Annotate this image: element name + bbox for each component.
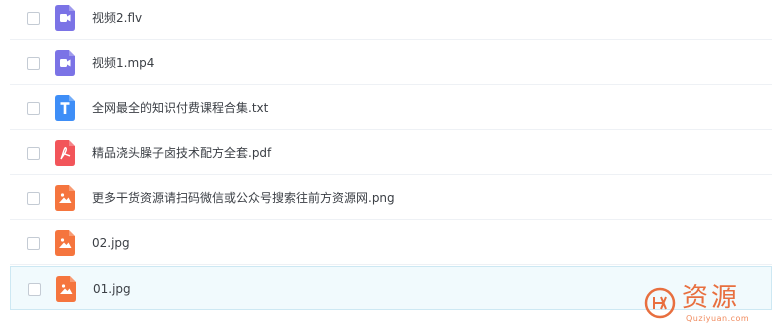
file-row[interactable]: 视频2.flv — [10, 0, 772, 40]
image-icon-graphic — [56, 276, 76, 302]
file-name[interactable]: 视频2.flv — [92, 11, 142, 25]
watermark-logo: 资源 Quziyuan.com — [644, 283, 766, 327]
file-name[interactable]: 01.jpg — [93, 282, 131, 296]
row-checkbox[interactable] — [27, 101, 40, 115]
video-icon-graphic — [55, 50, 75, 76]
row-checkbox[interactable] — [27, 236, 40, 250]
file-name[interactable]: 全网最全的知识付费课程合集.txt — [92, 101, 268, 115]
file-name[interactable]: 视频1.mp4 — [92, 56, 154, 70]
logo-icon — [644, 287, 676, 319]
row-checkbox[interactable] — [27, 191, 40, 205]
video-icon — [55, 5, 75, 31]
pdf-icon-graphic — [55, 140, 75, 166]
file-row[interactable]: 更多干货资源请扫码微信或公众号搜索往前方资源网.png — [10, 176, 772, 220]
row-checkbox[interactable] — [27, 56, 40, 70]
file-row[interactable]: 全网最全的知识付费课程合集.txt — [10, 86, 772, 130]
file-name[interactable]: 02.jpg — [92, 236, 130, 250]
image-icon-graphic — [55, 230, 75, 256]
image-icon-graphic — [55, 185, 75, 211]
file-name[interactable]: 更多干货资源请扫码微信或公众号搜索往前方资源网.png — [92, 191, 395, 205]
pdf-icon — [55, 140, 75, 166]
text-file-icon-graphic — [55, 95, 75, 121]
image-icon — [55, 230, 75, 256]
image-icon — [55, 185, 75, 211]
watermark-title: 资源 — [682, 283, 741, 313]
row-checkbox[interactable] — [27, 146, 40, 160]
video-icon-graphic — [55, 5, 75, 31]
watermark-subtitle: Quziyuan.com — [686, 314, 750, 323]
video-icon — [55, 50, 75, 76]
text-file-icon — [55, 95, 75, 121]
row-checkbox[interactable] — [27, 11, 40, 25]
file-row[interactable]: 02.jpg — [10, 221, 772, 265]
file-row[interactable]: 视频1.mp4 — [10, 41, 772, 85]
row-checkbox[interactable] — [28, 282, 41, 296]
image-icon — [56, 276, 76, 302]
file-name[interactable]: 精品浇头臊子卤技术配方全套.pdf — [92, 146, 271, 160]
file-row[interactable]: 精品浇头臊子卤技术配方全套.pdf — [10, 131, 772, 175]
